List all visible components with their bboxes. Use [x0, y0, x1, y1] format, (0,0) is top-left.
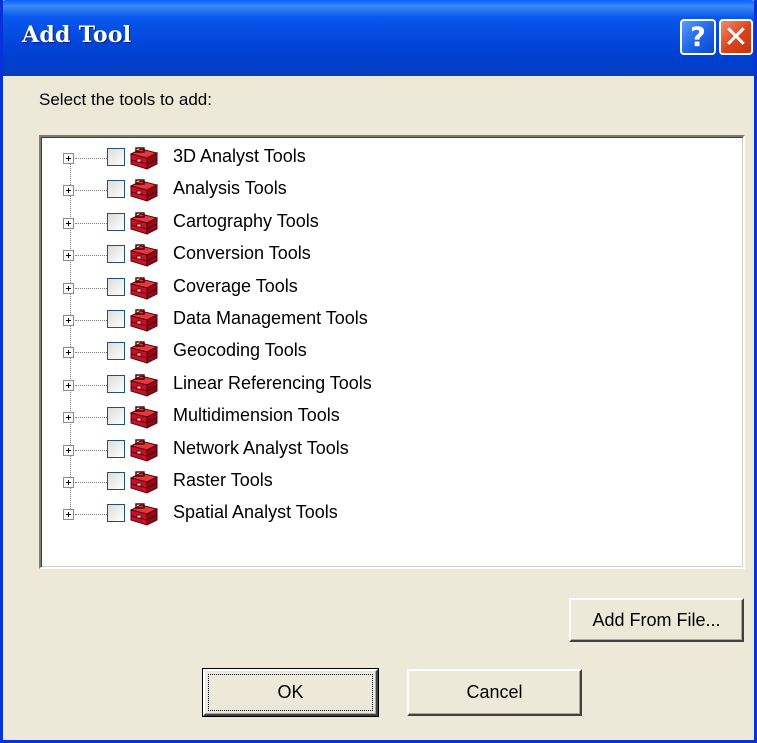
tool-checkbox[interactable]	[107, 504, 125, 523]
tree-item[interactable]: Coverage Tools	[63, 275, 703, 305]
close-button[interactable]: ✕	[719, 19, 753, 55]
tree-branch-line	[75, 287, 107, 289]
cancel-button[interactable]: Cancel	[407, 669, 582, 716]
tree-item-label: Raster Tools	[173, 470, 273, 490]
tree-branch-line	[75, 482, 107, 483]
tree-item[interactable]: Conversion Tools	[63, 242, 703, 272]
toolbox-icon	[127, 242, 161, 268]
instruction-label: Select the tools to add:	[39, 90, 212, 109]
expand-plus-icon[interactable]	[63, 509, 74, 521]
title-bar[interactable]: Add Tool ? ✕	[3, 0, 754, 76]
toolbox-icon	[127, 437, 161, 463]
expand-plus-icon[interactable]	[63, 379, 74, 391]
tree-branch-line	[75, 158, 107, 159]
expand-plus-icon[interactable]	[63, 315, 74, 326]
expand-plus-icon[interactable]	[63, 477, 74, 488]
tool-checkbox[interactable]	[107, 439, 125, 458]
tree-item[interactable]: Multidimension Tools	[63, 404, 703, 434]
toolbox-icon	[127, 469, 161, 495]
expand-plus-icon[interactable]	[63, 347, 74, 359]
tree-item-label: Coverage Tools	[173, 275, 298, 296]
tree-item[interactable]: Geocoding Tools	[63, 339, 703, 369]
add-from-file-button[interactable]: Add From File...	[569, 598, 744, 642]
toolbox-icon	[127, 210, 161, 236]
ok-button[interactable]: OK	[202, 668, 379, 717]
tree-item[interactable]: Spatial Analyst Tools	[63, 501, 703, 531]
toolbox-icon	[127, 501, 161, 527]
help-button[interactable]: ?	[680, 19, 716, 55]
tool-checkbox[interactable]	[107, 277, 125, 296]
tree-branch-line	[75, 352, 107, 354]
dialog-title: Add Tool	[22, 22, 132, 48]
focus-rectangle	[208, 674, 373, 711]
tree-item-label: Analysis Tools	[173, 178, 287, 199]
toolbox-icon	[127, 177, 161, 203]
close-icon: ✕	[723, 19, 749, 55]
add-tool-dialog: Add Tool ? ✕ Select the tools to add: 3D…	[0, 0, 757, 743]
tree-item-label: Linear Referencing Tools	[173, 372, 372, 393]
expand-plus-icon[interactable]	[63, 153, 74, 164]
tree-branch-line	[75, 255, 107, 257]
tool-checkbox[interactable]	[107, 310, 125, 328]
toolbox-icon	[127, 275, 161, 301]
toolbox-icon	[127, 307, 161, 333]
tree-item[interactable]: Raster Tools	[63, 469, 703, 499]
tree-branch-line	[75, 190, 107, 192]
tree-item[interactable]: Network Analyst Tools	[63, 437, 703, 467]
toolbox-tree[interactable]: 3D Analyst Tools Analysis Tools Cartograph…	[39, 135, 745, 569]
tree-branch-line	[75, 449, 107, 451]
tree-branch-line	[75, 384, 107, 386]
tree-item[interactable]: 3D Analyst Tools	[63, 145, 703, 175]
tree-item-label: Network Analyst Tools	[173, 437, 349, 458]
expand-plus-icon[interactable]	[63, 250, 74, 262]
tree-item[interactable]: Data Management Tools	[63, 307, 703, 337]
expand-plus-icon[interactable]	[63, 444, 74, 456]
tool-checkbox[interactable]	[107, 245, 125, 264]
expand-plus-icon[interactable]	[63, 282, 74, 294]
tree-item-label: Geocoding Tools	[173, 340, 307, 361]
toolbox-icon	[127, 372, 161, 398]
tree-item-label: Multidimension Tools	[173, 405, 340, 426]
expand-plus-icon[interactable]	[63, 217, 74, 229]
tool-checkbox[interactable]	[107, 472, 125, 490]
tree-item[interactable]: Linear Referencing Tools	[63, 372, 703, 402]
toolbox-icon	[127, 404, 161, 430]
tool-checkbox[interactable]	[107, 407, 125, 426]
tree-item-label: Conversion Tools	[173, 243, 311, 264]
tree-branch-line	[75, 320, 107, 321]
tree-item-label: Data Management Tools	[173, 308, 368, 328]
tree-branch-line	[75, 514, 107, 516]
expand-plus-icon[interactable]	[63, 185, 74, 197]
toolbox-icon	[127, 145, 161, 171]
help-icon: ?	[690, 21, 706, 53]
toolbox-icon	[127, 339, 161, 365]
tree-branch-line	[75, 417, 107, 419]
tool-checkbox[interactable]	[107, 374, 125, 393]
tree-item[interactable]: Analysis Tools	[63, 177, 703, 207]
tree-branch-line	[75, 222, 107, 224]
tool-checkbox[interactable]	[107, 342, 125, 361]
tree-item[interactable]: Cartography Tools	[63, 210, 703, 240]
tool-checkbox[interactable]	[107, 180, 125, 199]
expand-plus-icon[interactable]	[63, 412, 74, 424]
tree-item-label: 3D Analyst Tools	[173, 146, 306, 166]
tree-item-label: Spatial Analyst Tools	[173, 502, 338, 523]
tool-checkbox[interactable]	[107, 212, 125, 231]
tool-checkbox[interactable]	[107, 148, 125, 166]
tree-item-label: Cartography Tools	[173, 210, 319, 231]
